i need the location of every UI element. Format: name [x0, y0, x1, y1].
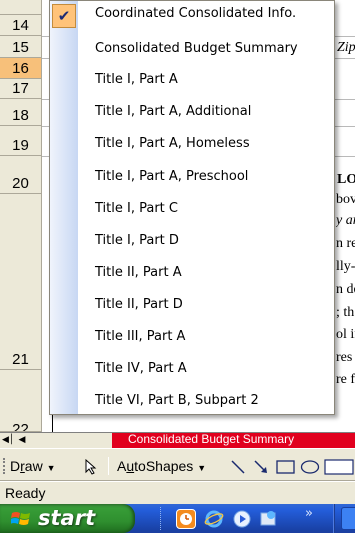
media-player-icon[interactable]: [232, 509, 252, 529]
taskbar-separator: [333, 504, 335, 533]
row-number: 22: [12, 421, 29, 432]
cell-body-line[interactable]: lly-: [336, 259, 355, 275]
menu-item-label: Coordinated Consolidated Info.: [95, 6, 297, 21]
menu-item-label: Title I, Part A, Preschool: [95, 169, 249, 184]
text-box-tool-icon[interactable]: [324, 458, 355, 476]
menu-item-consolidated-budget-summary[interactable]: Consolidated Budget Summary: [50, 34, 334, 64]
menu-item-label: Title VI, Part B, Subpart 2: [95, 393, 259, 408]
menu-item-label: Title I, Part A, Additional: [95, 104, 252, 119]
row-header[interactable]: 18: [0, 99, 42, 126]
autoshapes-label-prefix: A: [117, 458, 127, 474]
draw-menu-button[interactable]: Draw ▼: [10, 455, 56, 477]
row-header-13[interactable]: [0, 0, 42, 15]
row-header[interactable]: 20: [0, 156, 42, 194]
rectangle-tool-icon[interactable]: [276, 459, 296, 475]
menu-item-title-iii-part-a[interactable]: Title III, Part A: [50, 322, 334, 352]
clock-app-icon[interactable]: [176, 509, 196, 529]
menu-item-title-i-part-a-additional[interactable]: Title I, Part A, Additional: [50, 97, 334, 127]
taskbar-button[interactable]: [341, 507, 355, 530]
draw-label-suffix: aw: [24, 458, 43, 474]
cell-body-line[interactable]: n de: [336, 282, 355, 298]
quick-launch-grip-icon[interactable]: [160, 507, 162, 530]
first-sheet-icon[interactable]: ◀│: [2, 434, 14, 447]
menu-item-title-vi-part-b-subpart-2[interactable]: Title VI, Part B, Subpart 2: [50, 386, 334, 414]
menu-item-label: Title II, Part D: [95, 297, 183, 312]
row-header[interactable]: 22: [0, 370, 42, 432]
row-header[interactable]: 21: [0, 194, 42, 370]
draw-label-prefix: D: [10, 458, 21, 474]
row-number: 21: [12, 351, 29, 368]
menu-item-title-ii-part-d[interactable]: Title II, Part D: [50, 290, 334, 320]
menu-item-title-i-part-a-preschool[interactable]: Title I, Part A, Preschool: [50, 162, 334, 192]
sheet-list-menu: ✔ Coordinated Consolidated Info. Consoli…: [49, 0, 335, 415]
dropdown-arrow-icon: ▼: [197, 463, 207, 473]
menu-item-label: Title I, Part C: [95, 201, 178, 216]
menu-item-title-i-part-a-homeless[interactable]: Title I, Part A, Homeless: [50, 129, 334, 159]
row-number: 17: [12, 80, 29, 97]
checkmark-icon: ✔: [52, 4, 76, 28]
select-objects-icon[interactable]: [84, 459, 98, 475]
menu-item-label: Title III, Part A: [95, 329, 186, 344]
row-number: 18: [12, 107, 29, 124]
cell-body-line[interactable]: ; th: [336, 305, 355, 321]
row-header[interactable]: 15: [0, 36, 42, 58]
sheet-tab-active[interactable]: Consolidated Budget Summary: [112, 433, 355, 448]
taskbar: start »: [0, 504, 355, 533]
status-bar: Ready: [0, 481, 355, 504]
cell-body-line[interactable]: res: [336, 350, 355, 366]
row-header[interactable]: 14: [0, 15, 42, 36]
program-shortcut-icon[interactable]: [258, 509, 278, 529]
row-number: 16: [12, 60, 29, 77]
row-header[interactable]: 19: [0, 126, 42, 156]
menu-item-label: Title I, Part A: [95, 72, 178, 87]
row-header-selected[interactable]: 16: [0, 58, 42, 79]
more-quick-launch-icon[interactable]: »: [305, 506, 313, 521]
windows-logo-icon: [11, 512, 30, 525]
row-header[interactable]: 17: [0, 79, 42, 99]
previous-sheet-icon[interactable]: ◀: [16, 434, 28, 447]
line-tool-icon[interactable]: [230, 459, 246, 475]
toolbar-grip-icon[interactable]: [3, 458, 6, 474]
cell-heading[interactable]: LO: [337, 172, 355, 188]
dropdown-arrow-icon: ▼: [46, 463, 56, 473]
arrow-tool-icon[interactable]: [253, 459, 269, 475]
cell-body-line[interactable]: ol in: [336, 327, 355, 343]
start-button[interactable]: start: [0, 504, 135, 533]
sheet-tab-bar: ◀│ ◀ Consolidated Budget Summary: [0, 432, 355, 448]
cell-body-line[interactable]: n re: [336, 236, 355, 252]
menu-item-label: Title I, Part D: [95, 233, 179, 248]
menu-item-title-ii-part-a[interactable]: Title II, Part A: [50, 258, 334, 288]
start-label: start: [38, 506, 96, 530]
toolbar-separator: [108, 457, 109, 475]
autoshapes-label-accelerator: u: [126, 458, 135, 474]
menu-item-label: Title II, Part A: [95, 265, 182, 280]
cell-body-line[interactable]: bov: [336, 192, 355, 208]
menu-item-label: Title I, Part A, Homeless: [95, 136, 250, 151]
menu-item-label: Consolidated Budget Summary: [95, 41, 298, 56]
autoshapes-label-suffix: toShapes: [134, 458, 194, 474]
menu-item-title-i-part-d[interactable]: Title I, Part D: [50, 226, 334, 256]
status-text: Ready: [5, 485, 46, 501]
screen: 14 15 16 17 18 19 20 21 22 Zip LO bov y …: [0, 0, 355, 533]
menu-item-label: Title IV, Part A: [95, 361, 187, 376]
row-number: 19: [12, 137, 29, 154]
oval-tool-icon[interactable]: [300, 459, 320, 475]
row-number: 20: [12, 175, 29, 192]
menu-item-title-i-part-c[interactable]: Title I, Part C: [50, 194, 334, 224]
cell-body-line[interactable]: y ar: [336, 213, 355, 229]
cell-zip[interactable]: Zip: [337, 40, 355, 56]
menu-item-title-i-part-a[interactable]: Title I, Part A: [50, 65, 334, 95]
internet-explorer-icon[interactable]: [204, 509, 224, 529]
menu-item-coordinated-consolidated-info[interactable]: ✔ Coordinated Consolidated Info.: [50, 3, 334, 33]
autoshapes-menu-button[interactable]: AutoShapes ▼: [117, 455, 206, 477]
row-number: 14: [12, 17, 29, 34]
drawing-toolbar: Draw ▼ AutoShapes ▼: [0, 448, 355, 481]
row-number: 15: [12, 39, 29, 56]
cell-body-line[interactable]: re f: [336, 372, 355, 388]
menu-item-title-iv-part-a[interactable]: Title IV, Part A: [50, 354, 334, 384]
